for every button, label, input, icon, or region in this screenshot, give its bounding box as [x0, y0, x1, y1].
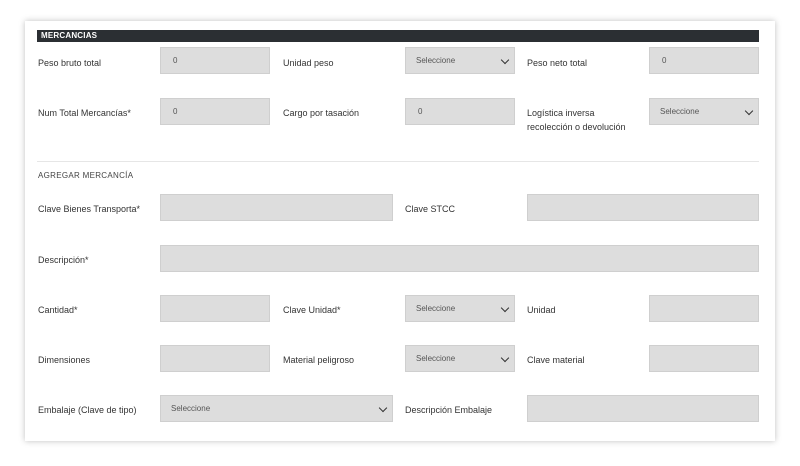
embalaje-select[interactable]: Seleccione [160, 395, 393, 422]
descripcion-embalaje-label: Descripción Embalaje [405, 405, 493, 415]
chevron-down-icon [378, 403, 388, 413]
peso-neto-input[interactable]: 0 [649, 47, 759, 74]
cantidad-label: Cantidad* [38, 305, 78, 315]
cargo-tasacion-label: Cargo por tasación [283, 108, 360, 118]
clave-bienes-input[interactable] [160, 194, 393, 221]
descripcion-embalaje-input[interactable] [527, 395, 759, 422]
dimensiones-label: Dimensiones [38, 355, 91, 365]
unidad-peso-select[interactable]: Seleccione [405, 47, 515, 74]
logistica-inversa-label-line1: Logística inversa [527, 108, 595, 118]
unidad-input[interactable] [649, 295, 759, 322]
material-peligroso-value: Seleccione [416, 354, 456, 363]
chevron-down-icon [500, 353, 510, 363]
clave-unidad-value: Seleccione [416, 304, 456, 313]
clave-stcc-label: Clave STCC [405, 204, 456, 214]
logistica-inversa-value: Seleccione [660, 107, 700, 116]
peso-neto-label: Peso neto total [527, 58, 588, 68]
mercancias-card: MERCANCIAS Peso bruto total 0 Unidad pes… [25, 21, 775, 441]
material-peligroso-label: Material peligroso [283, 355, 355, 365]
chevron-down-icon [500, 55, 510, 65]
section-divider [37, 161, 759, 162]
descripcion-label: Descripción* [38, 255, 89, 265]
num-total-label: Num Total Mercancías* [38, 108, 131, 118]
agregar-mercancia-title: AGREGAR MERCANCÍA [38, 171, 134, 180]
clave-unidad-select[interactable]: Seleccione [405, 295, 515, 322]
descripcion-input[interactable] [160, 245, 759, 272]
embalaje-label: Embalaje (Clave de tipo) [38, 405, 137, 415]
peso-bruto-label: Peso bruto total [38, 58, 102, 68]
clave-bienes-label: Clave Bienes Transporta* [38, 204, 141, 214]
unidad-peso-value: Seleccione [416, 56, 456, 65]
clave-material-label: Clave material [527, 355, 585, 365]
unidad-label: Unidad [527, 305, 556, 315]
embalaje-value: Seleccione [171, 404, 211, 413]
material-peligroso-select[interactable]: Seleccione [405, 345, 515, 372]
clave-stcc-input[interactable] [527, 194, 759, 221]
logistica-inversa-select[interactable]: Seleccione [649, 98, 759, 125]
peso-bruto-input[interactable]: 0 [160, 47, 270, 74]
clave-unidad-label: Clave Unidad* [283, 305, 341, 315]
clave-material-input[interactable] [649, 345, 759, 372]
chevron-down-icon [744, 106, 754, 116]
cargo-tasacion-input[interactable]: 0 [405, 98, 515, 125]
cantidad-input[interactable] [160, 295, 270, 322]
section-header: MERCANCIAS [37, 30, 759, 42]
unidad-peso-label: Unidad peso [283, 58, 334, 68]
chevron-down-icon [500, 303, 510, 313]
num-total-input[interactable]: 0 [160, 98, 270, 125]
logistica-inversa-label-line2: recolección o devolución [527, 122, 626, 132]
dimensiones-input[interactable] [160, 345, 270, 372]
